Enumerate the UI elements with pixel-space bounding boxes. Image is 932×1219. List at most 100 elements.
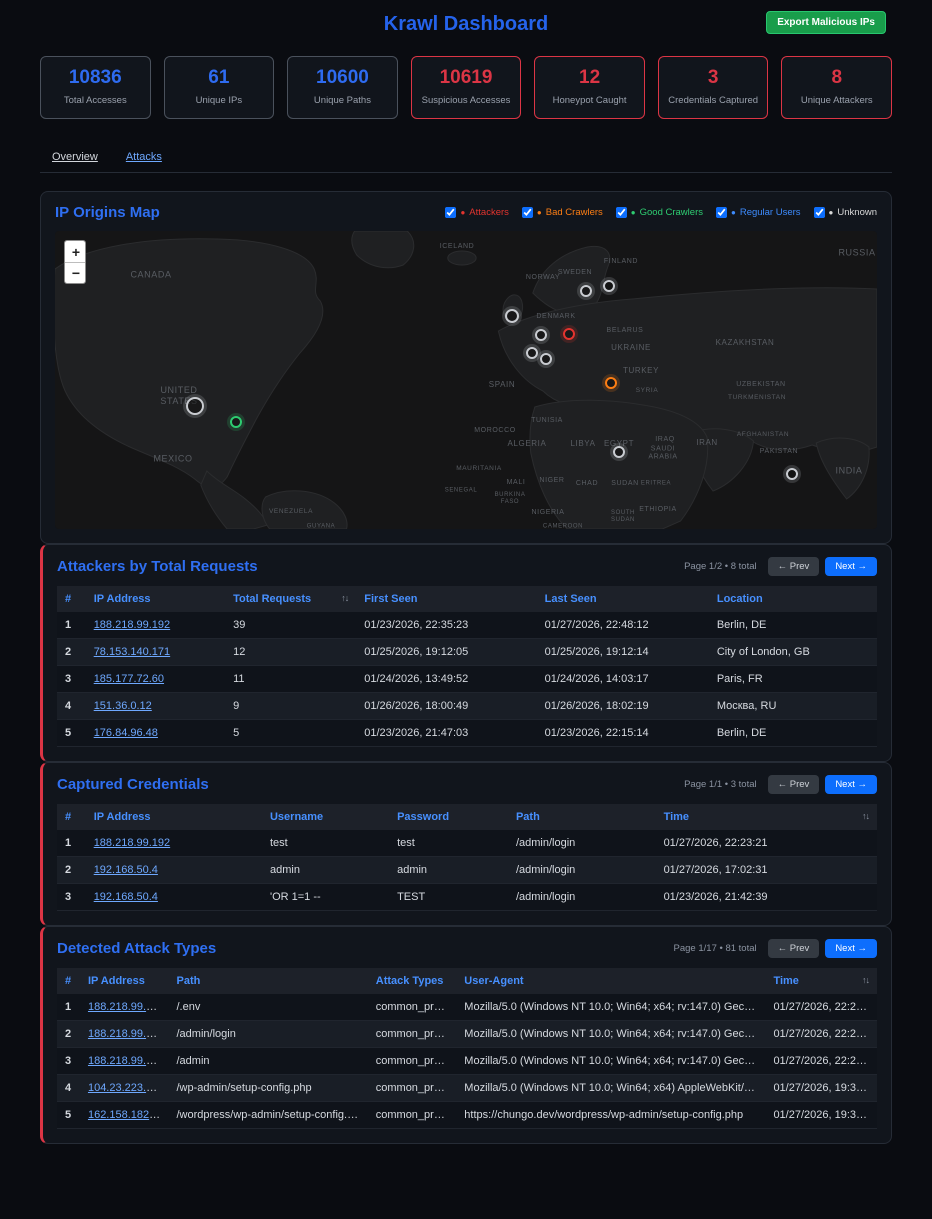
sort-icon[interactable]: ↑↓ (862, 811, 869, 821)
map-marker[interactable] (186, 397, 204, 415)
ip-link[interactable]: 176.84.96.48 (94, 727, 158, 739)
map-marker[interactable] (613, 446, 625, 458)
ip-link[interactable]: 188.218.99.192 (88, 1001, 164, 1013)
table-row: 278.153.140.1711201/25/2026, 19:12:0501/… (57, 639, 877, 666)
tab-attacks[interactable]: Attacks (126, 151, 162, 163)
legend-item-bad-crawlers[interactable]: ●Bad Crawlers (522, 207, 603, 218)
zoom-in-button[interactable]: + (65, 241, 86, 262)
map-marker[interactable] (580, 285, 592, 297)
map-marker[interactable] (230, 416, 242, 428)
ip-link[interactable]: 185.177.72.60 (94, 673, 164, 685)
map-country-label: FINLAND (604, 258, 638, 266)
map-title: IP Origins Map (55, 204, 160, 221)
legend-checkbox[interactable] (616, 207, 627, 218)
map-marker[interactable] (605, 377, 617, 389)
map-marker[interactable] (540, 353, 552, 365)
table-cell: 01/27/2026, 19:35:33 (765, 1102, 877, 1129)
table-cell: 151.36.0.12 (86, 693, 225, 720)
map-country-label: TURKEY (623, 366, 659, 376)
attackers-dot-icon: ● (460, 209, 465, 217)
map-marker[interactable] (563, 328, 575, 340)
regular-users-dot-icon: ● (731, 209, 736, 217)
map-country-label: ICELAND (440, 243, 475, 251)
ip-link[interactable]: 188.218.99.192 (94, 837, 170, 849)
legend-item-attackers[interactable]: ●Attackers (445, 207, 508, 218)
attackers-title: Attackers by Total Requests (57, 558, 258, 575)
ip-link[interactable]: 151.36.0.12 (94, 700, 152, 712)
column-header-last-seen[interactable]: Last Seen (537, 586, 709, 612)
map-marker[interactable] (603, 280, 615, 292)
legend-item-unknown[interactable]: ●Unknown (814, 207, 877, 218)
table-cell: Mozilla/5.0 (Windows NT 10.0; Win64; x64… (456, 1048, 765, 1075)
map-marker[interactable] (535, 329, 547, 341)
ip-link[interactable]: 192.168.50.4 (94, 891, 158, 903)
column-header-first-seen[interactable]: First Seen (356, 586, 536, 612)
column-header-time[interactable]: Time↑↓ (765, 968, 877, 994)
table-cell: /admin/login (508, 884, 656, 911)
sort-icon[interactable]: ↑↓ (862, 975, 869, 985)
ip-link[interactable]: 188.218.99.192 (88, 1055, 164, 1067)
ip-link[interactable]: 188.218.99.192 (94, 619, 170, 631)
ip-link[interactable]: 188.218.99.192 (88, 1028, 164, 1040)
map-country-label: NIGERIA (532, 509, 565, 517)
table-cell: 01/27/2026, 22:23:21 (656, 830, 877, 857)
table-cell: Mozilla/5.0 (Windows NT 10.0; Win64; x64… (456, 1021, 765, 1048)
map-marker[interactable] (786, 468, 798, 480)
legend-item-regular-users[interactable]: ●Regular Users (716, 207, 801, 218)
ip-link[interactable]: 192.168.50.4 (94, 864, 158, 876)
ip-link[interactable]: 78.153.140.171 (94, 646, 170, 658)
table-cell: TEST (389, 884, 508, 911)
column-header-password[interactable]: Password (389, 804, 508, 830)
table-cell: 01/27/2026, 22:23:21 (765, 1021, 877, 1048)
next-button[interactable]: Next → (825, 557, 877, 576)
map-country-label: LIBYA (570, 439, 595, 449)
legend-checkbox[interactable] (522, 207, 533, 218)
column-header-time[interactable]: Time↑↓ (656, 804, 877, 830)
table-cell: common_probes (368, 994, 457, 1021)
map-country-label: SWEDEN (558, 269, 592, 277)
table-cell: 188.218.99.192 (80, 1048, 169, 1075)
legend-checkbox[interactable] (445, 207, 456, 218)
map-marker[interactable] (505, 309, 519, 323)
prev-button[interactable]: ← Prev (768, 557, 820, 576)
column-header--[interactable]: # (57, 968, 80, 994)
ip-link[interactable]: 104.23.223.128 (88, 1082, 164, 1094)
table-row: 3185.177.72.601101/24/2026, 13:49:5201/2… (57, 666, 877, 693)
world-map[interactable]: + − ICELANDRUSSIACANADAFINLANDNORWAYSWED… (55, 231, 877, 529)
column-header-attack-types[interactable]: Attack Types (368, 968, 457, 994)
credentials-panel-head: Captured Credentials Page 1/1 • 3 total … (57, 775, 877, 794)
column-header-user-agent[interactable]: User-Agent (456, 968, 765, 994)
column-header-location[interactable]: Location (709, 586, 877, 612)
column-header-total-requests[interactable]: Total Requests↑↓ (225, 586, 356, 612)
map-marker[interactable] (526, 347, 538, 359)
column-header--[interactable]: # (57, 804, 86, 830)
stat-card-unique-attackers: 8Unique Attackers (781, 56, 892, 119)
legend-checkbox[interactable] (716, 207, 727, 218)
tab-overview[interactable]: Overview (52, 151, 98, 163)
column-header-ip-address[interactable]: IP Address (80, 968, 169, 994)
table-row: 2188.218.99.192/admin/logincommon_probes… (57, 1021, 877, 1048)
zoom-out-button[interactable]: − (65, 262, 86, 283)
export-malicious-ips-button[interactable]: Export Malicious IPs (766, 11, 886, 34)
prev-button[interactable]: ← Prev (768, 775, 820, 794)
legend-checkbox[interactable] (814, 207, 825, 218)
sort-icon[interactable]: ↑↓ (341, 593, 348, 603)
legend-item-good-crawlers[interactable]: ●Good Crawlers (616, 207, 703, 218)
table-row: 3192.168.50.4'OR 1=1 --TEST/admin/login0… (57, 884, 877, 911)
column-header-path[interactable]: Path (169, 968, 368, 994)
next-button[interactable]: Next → (825, 775, 877, 794)
column-header-username[interactable]: Username (262, 804, 389, 830)
next-button[interactable]: Next → (825, 939, 877, 958)
column-header-path[interactable]: Path (508, 804, 656, 830)
column-header-ip-address[interactable]: IP Address (86, 586, 225, 612)
map-country-label: CAMEROON (543, 523, 583, 529)
column-header-ip-address[interactable]: IP Address (86, 804, 262, 830)
table-cell: 01/27/2026, 22:48:12 (537, 612, 709, 639)
prev-button[interactable]: ← Prev (768, 939, 820, 958)
attack-types-pager: Page 1/17 • 81 total ← Prev Next → (674, 939, 877, 958)
column-header--[interactable]: # (57, 586, 86, 612)
table-cell: 1 (57, 830, 86, 857)
ip-link[interactable]: 162.158.182.104 (88, 1109, 169, 1121)
table-cell: 01/26/2026, 18:00:49 (356, 693, 536, 720)
map-country-label: MEXICO (153, 454, 192, 465)
